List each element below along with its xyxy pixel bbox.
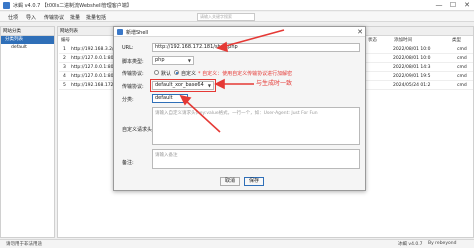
arrow-to-url <box>221 29 285 48</box>
arrow-to-encoder-head <box>214 78 225 90</box>
annotation-arrows <box>179 29 285 133</box>
arrow-to-url-head <box>216 41 228 53</box>
arrow-to-category <box>184 99 221 133</box>
